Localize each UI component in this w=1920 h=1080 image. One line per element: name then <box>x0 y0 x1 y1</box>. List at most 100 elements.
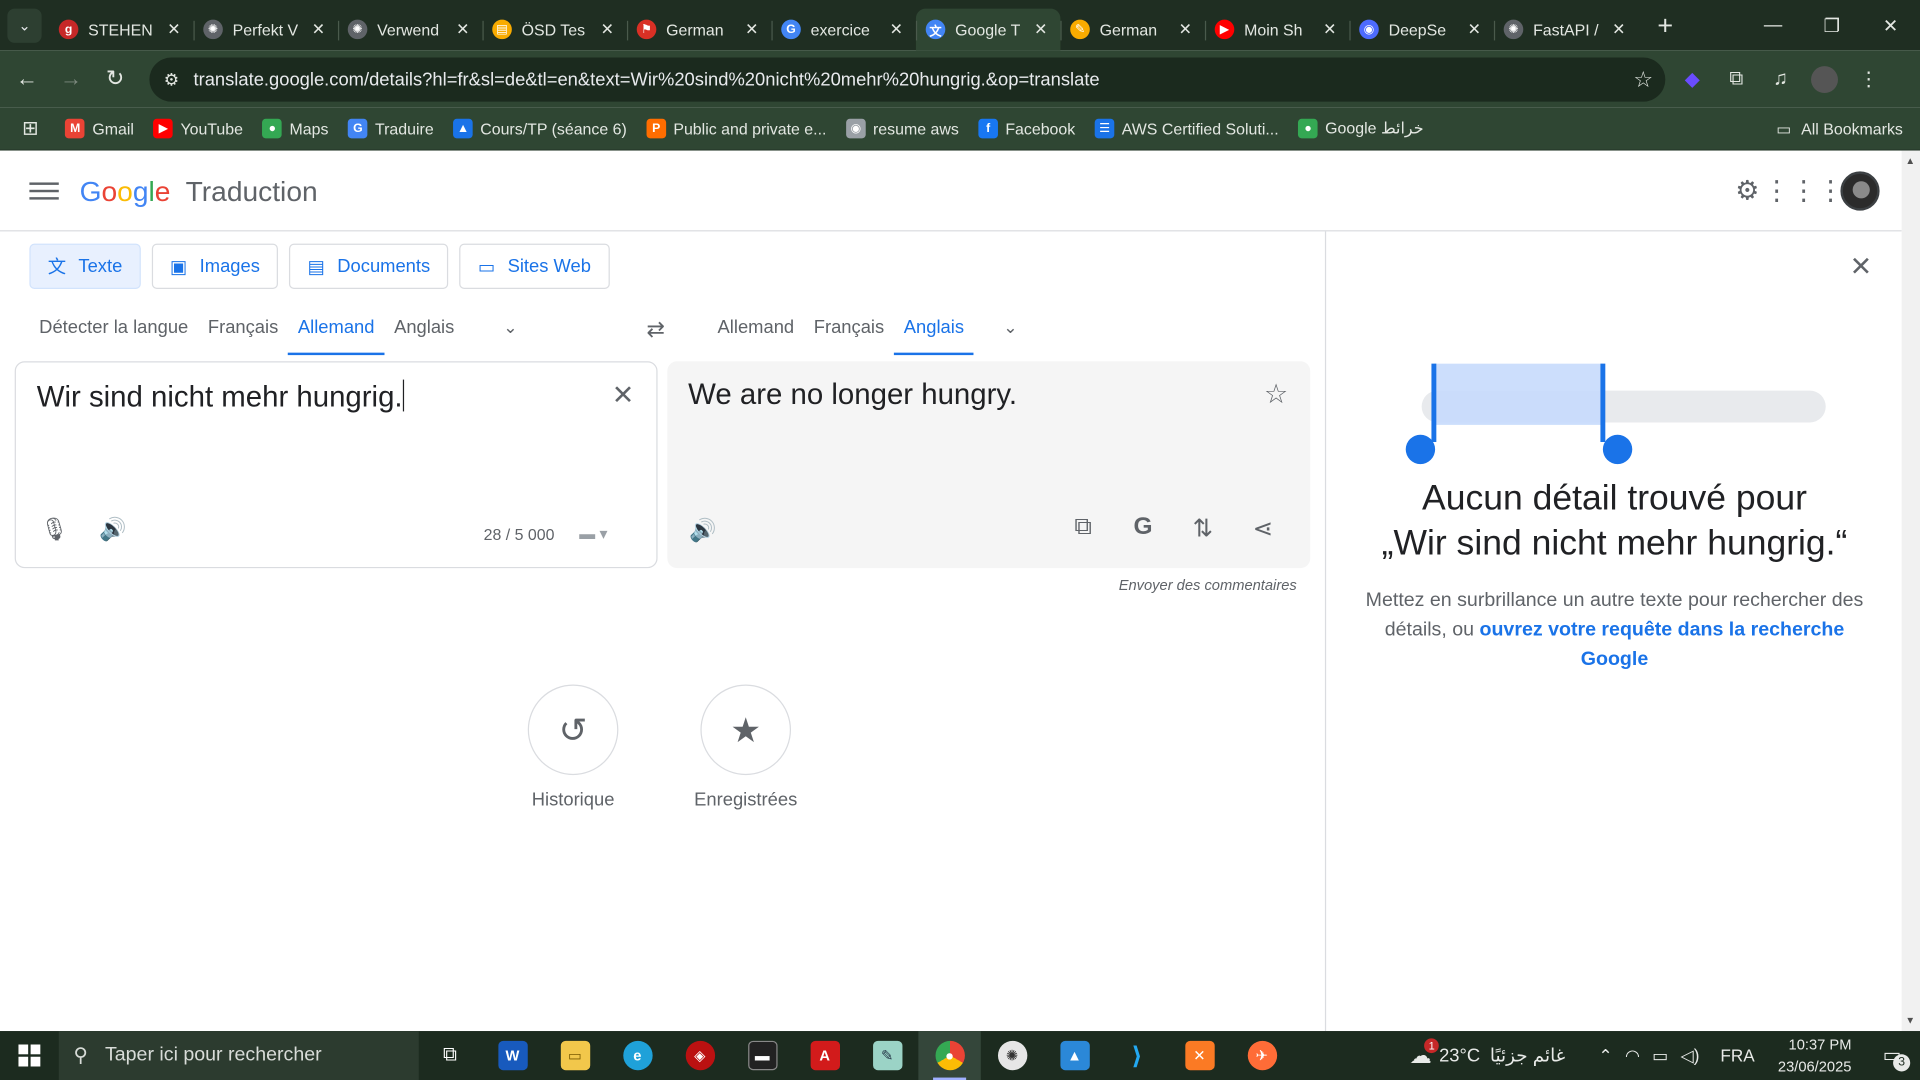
bookmark-item[interactable]: M Gmail <box>65 118 134 139</box>
virtual-keyboard-icon[interactable]: ▬ ▾ <box>579 524 607 544</box>
wifi-icon[interactable]: ◠ <box>1625 1045 1640 1066</box>
profile-icon[interactable] <box>1802 58 1846 102</box>
vscode-icon[interactable]: ⟩ <box>1106 1031 1168 1080</box>
apps-icon[interactable]: ⊞ <box>22 116 38 140</box>
mode-button[interactable]: 文 Texte <box>29 243 141 289</box>
task-view-icon[interactable]: ⧉ <box>419 1031 481 1080</box>
forward-button[interactable]: → <box>49 57 93 101</box>
language-tab[interactable]: Détecter la langue <box>29 305 198 355</box>
target-more-languages-chevron-icon[interactable]: ⌄ <box>986 305 1035 350</box>
copy-translation-icon[interactable]: ⧉ <box>1053 513 1113 544</box>
swap-languages-icon[interactable]: ⇄ <box>647 317 665 343</box>
close-window-button[interactable]: ✕ <box>1861 0 1920 50</box>
mode-button[interactable]: ▣ Images <box>151 243 279 289</box>
language-tab[interactable]: Anglais <box>893 305 975 356</box>
file-explorer-icon[interactable]: ▭ <box>544 1031 606 1080</box>
saved-button[interactable]: ★ Enregistrées <box>684 684 806 811</box>
start-button[interactable] <box>0 1031 59 1080</box>
paint-app-icon[interactable]: ✺ <box>981 1031 1043 1080</box>
all-bookmarks-button[interactable]: ▭ All Bookmarks <box>1776 108 1903 151</box>
extensions-puzzle-icon[interactable]: ⧉ <box>1714 58 1758 102</box>
scroll-down-icon[interactable]: ▼ <box>1905 1015 1915 1026</box>
bookmark-star-icon[interactable]: ☆ <box>1621 67 1665 93</box>
browser-tab[interactable]: 文 Google T ✕ <box>915 8 1061 51</box>
tab-close-icon[interactable]: ✕ <box>453 20 473 40</box>
bookmark-item[interactable]: ▲ Cours/TP (séance 6) <box>453 118 627 139</box>
address-bar[interactable]: ⚙ translate.google.com/details?hl=fr&sl=… <box>149 57 1666 102</box>
chrome-menu-icon[interactable]: ⋮ <box>1847 58 1891 102</box>
tab-close-icon[interactable]: ✕ <box>598 20 618 40</box>
word-app-icon[interactable]: W <box>481 1031 543 1080</box>
tab-close-icon[interactable]: ✕ <box>164 20 184 40</box>
send-feedback-link[interactable]: Envoyer des commentaires <box>1119 577 1297 594</box>
open-in-google-search-link[interactable]: ouvrez votre requête dans la recherche G… <box>1479 620 1844 670</box>
clear-text-icon[interactable]: ✕ <box>612 380 635 412</box>
tab-close-icon[interactable]: ✕ <box>742 20 762 40</box>
battery-icon[interactable]: ▭ <box>1652 1045 1668 1066</box>
media-control-icon[interactable]: ♫ <box>1758 58 1802 102</box>
acrobat-icon[interactable]: A <box>793 1031 855 1080</box>
weather-widget[interactable]: ☁ 1 23°C غائم جزئيًا <box>1410 1037 1565 1069</box>
postman-icon[interactable]: ✈ <box>1231 1031 1293 1080</box>
bookmark-item[interactable]: ● Maps <box>262 118 328 139</box>
tab-search-button[interactable]: ⌄ <box>7 7 42 43</box>
tab-close-icon[interactable]: ✕ <box>1320 20 1340 40</box>
bookmark-item[interactable]: ◉ resume aws <box>846 118 959 139</box>
security-app-icon[interactable]: ◈ <box>669 1031 731 1080</box>
browser-tab[interactable]: ✺ FastAPI / ✕ <box>1493 9 1638 51</box>
google-translate-logo[interactable]: Google Traduction <box>80 175 318 208</box>
browser-tab[interactable]: ▶ Moin Sh ✕ <box>1204 9 1349 51</box>
terminal-icon[interactable]: ▬ <box>731 1031 793 1080</box>
language-tab[interactable]: Français <box>804 305 894 355</box>
scroll-up-icon[interactable]: ▲ <box>1905 156 1915 167</box>
extension-icon[interactable]: ◆ <box>1670 58 1714 102</box>
new-tab-button[interactable]: + <box>1648 9 1682 41</box>
google-search-icon[interactable]: G <box>1113 513 1173 544</box>
close-panel-icon[interactable]: ✕ <box>1850 251 1873 283</box>
browser-tab[interactable]: ✺ Verwend ✕ <box>337 9 482 51</box>
notes-app-icon[interactable]: ✎ <box>856 1031 918 1080</box>
source-listen-speaker-icon[interactable]: 🔊 <box>99 517 126 543</box>
site-info-icon[interactable]: ⚙ <box>149 69 193 90</box>
history-button[interactable]: ↺ Historique <box>512 684 634 811</box>
page-scrollbar[interactable]: ▲ ▼ <box>1901 150 1920 1032</box>
save-translation-star-icon[interactable]: ☆ <box>1264 378 1288 410</box>
language-tab[interactable]: Anglais <box>384 305 464 355</box>
mode-button[interactable]: ▤ Documents <box>289 243 449 289</box>
chevron-up-icon[interactable]: ⌃ <box>1598 1045 1612 1066</box>
browser-tab[interactable]: g STEHEN ✕ <box>49 9 193 51</box>
google-apps-icon[interactable]: ⋮⋮⋮ <box>1763 169 1844 213</box>
target-listen-speaker-icon[interactable]: 🔊 <box>689 518 716 544</box>
source-more-languages-chevron-icon[interactable]: ⌄ <box>486 305 535 350</box>
bookmark-item[interactable]: P Public and private e... <box>646 118 826 139</box>
restore-button[interactable]: ❐ <box>1802 0 1861 50</box>
tab-close-icon[interactable]: ✕ <box>1176 20 1196 40</box>
taskbar-search-box[interactable]: ⚲ Taper ici pour rechercher <box>58 1031 419 1080</box>
tab-close-icon[interactable]: ✕ <box>1031 20 1051 40</box>
input-language-indicator[interactable]: FRA <box>1720 1046 1754 1066</box>
rate-translation-icon[interactable]: ⇅ <box>1173 513 1233 544</box>
clock[interactable]: 10:37 PM 23/06/2025 <box>1778 1033 1852 1077</box>
bookmark-item[interactable]: G Traduire <box>348 118 434 139</box>
microphone-icon[interactable]: 🎙 <box>40 517 68 543</box>
volume-icon[interactable]: ◁) <box>1681 1045 1700 1066</box>
xampp-icon[interactable]: ✕ <box>1168 1031 1230 1080</box>
url-text[interactable]: translate.google.com/details?hl=fr&sl=de… <box>193 69 1621 90</box>
language-tab[interactable]: Allemand <box>288 305 384 356</box>
minimize-button[interactable]: — <box>1744 0 1803 50</box>
tab-close-icon[interactable]: ✕ <box>1465 20 1485 40</box>
browser-tab[interactable]: Gexercice ✕ <box>771 9 915 51</box>
edge-browser-icon[interactable]: e <box>606 1031 668 1080</box>
account-avatar[interactable] <box>1840 171 1880 211</box>
share-translation-icon[interactable]: ⋖ <box>1233 513 1293 544</box>
back-button[interactable]: ← <box>5 57 49 101</box>
tab-close-icon[interactable]: ✕ <box>887 20 907 40</box>
browser-tab[interactable]: ▤ ÖSD Tes ✕ <box>482 9 626 51</box>
language-tab[interactable]: Allemand <box>708 305 804 355</box>
bookmark-item[interactable]: ● Google خرائط <box>1298 118 1424 139</box>
language-tab[interactable]: Français <box>198 305 288 355</box>
tab-close-icon[interactable]: ✕ <box>309 20 329 40</box>
bookmark-item[interactable]: f Facebook <box>978 118 1075 139</box>
browser-tab[interactable]: ⚑ German ✕ <box>626 9 771 51</box>
bookmark-item[interactable]: ▶ YouTube <box>153 118 243 139</box>
